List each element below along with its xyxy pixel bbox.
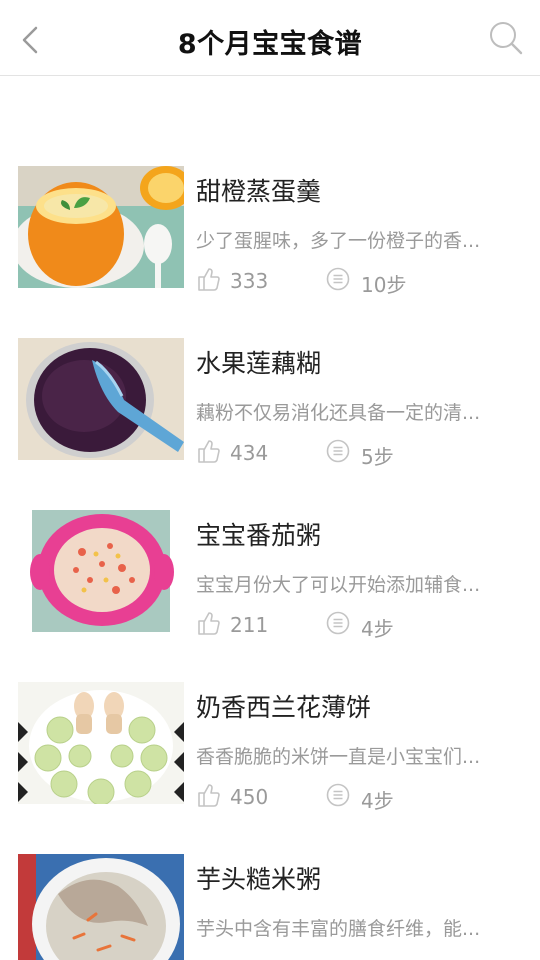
steps-count: 5步 bbox=[361, 445, 394, 469]
search-icon bbox=[490, 22, 523, 55]
page-title: 8个月宝宝食谱 bbox=[177, 29, 363, 60]
recipe-title: 水果莲藕糊 bbox=[196, 349, 322, 378]
steps-icon bbox=[326, 611, 350, 635]
steps-count: 10步 bbox=[361, 273, 407, 297]
recipe-thumbnail bbox=[18, 682, 184, 804]
recipe-item[interactable]: 水果莲藕糊 藕粉不仅易消化还具备一定的清... 434 5步 bbox=[0, 338, 540, 510]
recipe-title: 奶香西兰花薄饼 bbox=[196, 693, 372, 722]
orange-egg-photo bbox=[18, 166, 184, 288]
taro-rice-porridge-photo bbox=[18, 854, 184, 960]
recipe-description: 芋头中含有丰富的膳食纤维，能... bbox=[196, 918, 481, 940]
recipe-item[interactable]: 宝宝番茄粥 宝宝月份大了可以开始添加辅食... 211 4步 bbox=[0, 510, 540, 682]
tomato-porridge-photo bbox=[18, 510, 184, 632]
recipe-description: 宝宝月份大了可以开始添加辅食... bbox=[196, 574, 481, 596]
recipe-meta: 211 4步 bbox=[196, 610, 526, 641]
like-count: 333 bbox=[230, 269, 269, 293]
steps-icon bbox=[326, 439, 350, 463]
thumbs-up-icon bbox=[198, 268, 220, 291]
steps-icon bbox=[326, 267, 350, 291]
steps-count: 4步 bbox=[361, 617, 394, 641]
like-count: 211 bbox=[230, 613, 269, 637]
like-count: 434 bbox=[230, 441, 269, 465]
recipe-item[interactable]: 甜橙蒸蛋羹 少了蛋腥味，多了一份橙子的香... 333 10步 bbox=[0, 166, 540, 338]
thumbs-up-icon bbox=[198, 784, 220, 807]
recipe-title: 甜橙蒸蛋羹 bbox=[196, 177, 322, 206]
recipe-description: 香香脆脆的米饼一直是小宝宝们... bbox=[196, 746, 481, 768]
thumbs-up-icon bbox=[198, 440, 220, 463]
steps-count: 4步 bbox=[361, 789, 394, 813]
recipe-description: 藕粉不仅易消化还具备一定的清... bbox=[196, 402, 481, 424]
search-button[interactable] bbox=[486, 18, 526, 58]
recipe-meta: 450 4步 bbox=[196, 782, 526, 813]
recipe-meta: 434 5步 bbox=[196, 438, 526, 469]
lotus-root-paste-photo bbox=[18, 338, 184, 460]
recipe-item[interactable]: 奶香西兰花薄饼 香香脆脆的米饼一直是小宝宝们... 450 4步 bbox=[0, 682, 540, 854]
recipe-thumbnail bbox=[18, 510, 184, 632]
recipe-title: 芋头糙米粥 bbox=[196, 865, 322, 894]
recipe-description: 少了蛋腥味，多了一份橙子的香... bbox=[196, 230, 481, 252]
top-bar: 8个月宝宝食谱 bbox=[0, 0, 540, 76]
recipe-thumbnail bbox=[18, 338, 184, 460]
recipe-thumbnail bbox=[18, 166, 184, 288]
recipe-meta: 333 10步 bbox=[196, 266, 526, 297]
thumbs-up-icon bbox=[198, 612, 220, 635]
recipe-title: 宝宝番茄粥 bbox=[196, 521, 322, 550]
broccoli-cracker-photo bbox=[18, 682, 184, 804]
like-count: 450 bbox=[230, 785, 269, 809]
recipe-item[interactable]: 芋头糙米粥 芋头中含有丰富的膳食纤维，能... bbox=[0, 854, 540, 960]
steps-icon bbox=[326, 783, 350, 807]
recipe-thumbnail bbox=[18, 854, 184, 960]
